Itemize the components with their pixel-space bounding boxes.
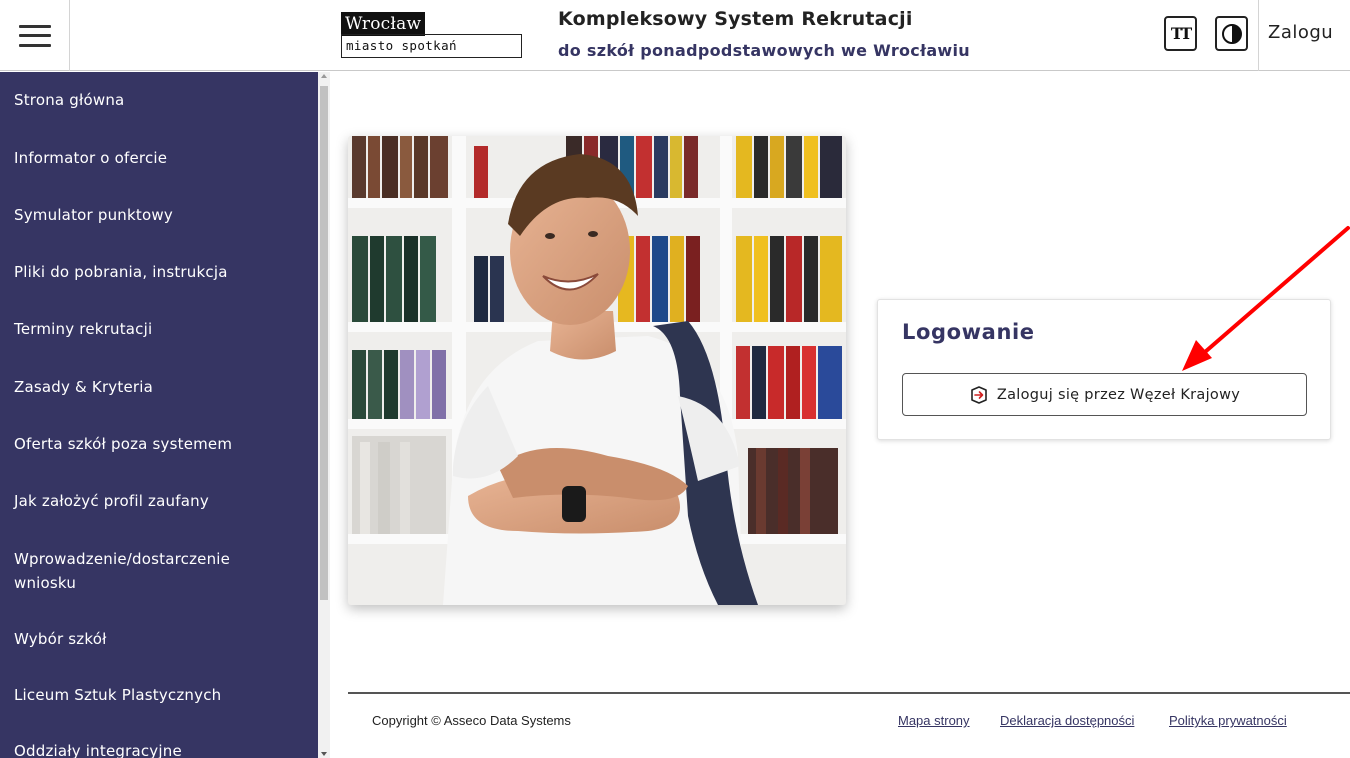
menu-button[interactable] bbox=[0, 0, 70, 71]
footer-link-sitemap[interactable]: Mapa strony bbox=[898, 713, 970, 728]
sidebar: Strona główna Informator o ofercie Symul… bbox=[0, 72, 318, 758]
footer-link-accessibility[interactable]: Deklaracja dostępności bbox=[1000, 713, 1134, 728]
scroll-down-icon[interactable] bbox=[321, 752, 327, 756]
header: Wrocław miasto spotkań Kompleksowy Syste… bbox=[0, 0, 1350, 71]
sidebar-item-home[interactable]: Strona główna bbox=[14, 89, 124, 112]
footer-copyright: Copyright © Asseco Data Systems bbox=[372, 713, 571, 728]
sidebar-item-art-school[interactable]: Liceum Sztuk Plastycznych bbox=[14, 684, 221, 707]
city-logo[interactable]: Wrocław miasto spotkań bbox=[341, 12, 522, 61]
sidebar-item-informator[interactable]: Informator o ofercie bbox=[14, 147, 167, 170]
sidebar-item-outside-offer[interactable]: Oferta szkół poza systemem bbox=[14, 433, 232, 456]
font-size-button[interactable]: TT bbox=[1164, 16, 1197, 51]
footer-divider bbox=[348, 692, 1350, 694]
footer-link-privacy[interactable]: Polityka prywatności bbox=[1169, 713, 1287, 728]
sidebar-item-files[interactable]: Pliki do pobrania, instrukcja bbox=[14, 261, 228, 284]
site-title: Kompleksowy System Rekrutacji bbox=[558, 8, 913, 30]
contrast-button[interactable] bbox=[1215, 16, 1248, 51]
contrast-icon bbox=[1221, 23, 1242, 44]
logo-top-text: Wrocław bbox=[341, 12, 426, 36]
national-node-login-label: Zaloguj się przez Węzeł Krajowy bbox=[996, 386, 1241, 403]
national-node-login-button[interactable]: Zaloguj się przez Węzeł Krajowy bbox=[902, 373, 1307, 416]
login-title: Logowanie bbox=[902, 320, 1035, 344]
sidebar-item-dates[interactable]: Terminy rekrutacji bbox=[14, 318, 152, 341]
header-divider bbox=[1258, 0, 1259, 71]
header-login-link[interactable]: Zalogu bbox=[1268, 22, 1333, 43]
hero-photo bbox=[348, 136, 846, 605]
menu-icon bbox=[18, 24, 51, 47]
sidebar-item-integration[interactable]: Oddziały integracyjne bbox=[14, 740, 182, 758]
sidebar-item-application-line2[interactable]: wniosku bbox=[14, 572, 76, 595]
login-card: Logowanie Zaloguj się przez Węzeł Krajow… bbox=[877, 299, 1331, 440]
font-size-icon: TT bbox=[1170, 24, 1192, 43]
sidebar-scrollbar[interactable] bbox=[318, 72, 330, 758]
sidebar-item-trusted-profile[interactable]: Jak założyć profil zaufany bbox=[14, 490, 209, 513]
sidebar-item-application[interactable]: Wprowadzenie/dostarczenie bbox=[14, 548, 230, 571]
login-icon bbox=[971, 385, 987, 404]
logo-bottom-text: miasto spotkań bbox=[341, 34, 522, 58]
sidebar-item-school-choice[interactable]: Wybór szkół bbox=[14, 628, 107, 651]
scroll-thumb[interactable] bbox=[320, 86, 328, 600]
site-subtitle: do szkół ponadpodstawowych we Wrocławiu bbox=[558, 41, 970, 60]
scroll-up-icon[interactable] bbox=[321, 74, 327, 78]
sidebar-item-rules[interactable]: Zasady & Kryteria bbox=[14, 376, 153, 399]
sidebar-item-simulator[interactable]: Symulator punktowy bbox=[14, 204, 173, 227]
